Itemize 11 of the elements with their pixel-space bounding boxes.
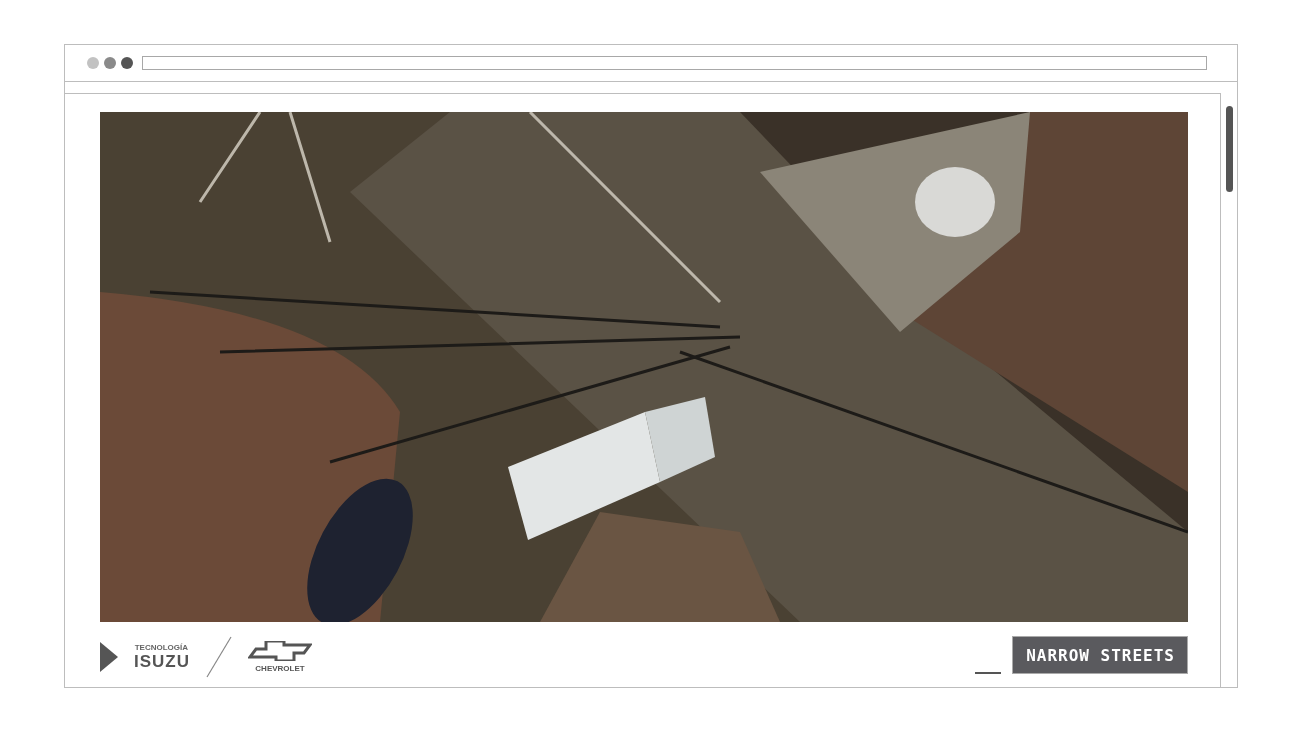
divider-slash xyxy=(206,635,232,678)
caption-label: NARROW STREETS xyxy=(1012,636,1188,674)
brand-logo-text: CHEVROLET xyxy=(255,663,305,673)
play-icon[interactable] xyxy=(100,641,118,672)
bowtie-icon xyxy=(248,640,312,661)
brand-logo-text: ISUZU xyxy=(134,652,190,670)
window-button[interactable] xyxy=(104,57,116,69)
brand-tagline: TECNOLOGÍA xyxy=(134,643,188,652)
window-button[interactable] xyxy=(121,57,133,69)
dash-line xyxy=(975,672,1002,674)
scrollbar-thumb[interactable] xyxy=(1225,106,1233,192)
